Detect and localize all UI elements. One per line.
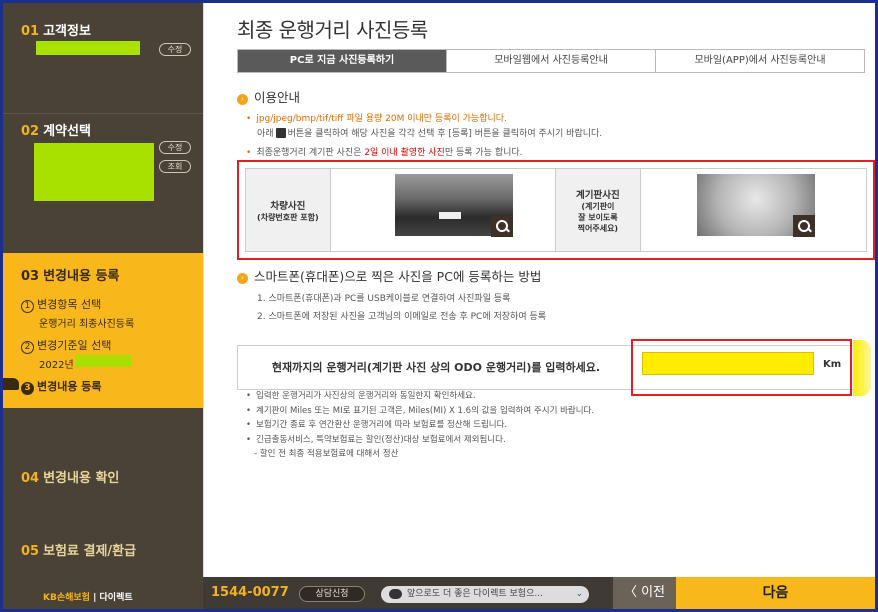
odometer-unit: Km <box>823 359 842 370</box>
substep-label: 변경기준일 선택 <box>37 339 112 352</box>
edit-contract-button[interactable]: 수정 <box>159 141 191 154</box>
note-item: • 보험기간 종료 후 연간환산 운행거리에 따라 보험료를 정산해 드립니다. <box>246 420 508 430</box>
edit-customer-button[interactable]: 수정 <box>159 43 191 56</box>
car-photo-search-icon[interactable] <box>490 215 513 237</box>
upload-method-tabs: PC로 지금 사진등록하기 모바일웹에서 사진등록안내 모바일(APP)에서 사… <box>237 49 865 73</box>
step-label: 변경내용 등록 <box>43 269 120 284</box>
phone-step-1: 1. 스마트폰(휴대폰)과 PC를 USB케이블로 연결하여 사진파일 등록 <box>257 294 511 304</box>
odometer-label: 현재까지의 운행거리(계기판 사진 상의 ODO 운행거리)를 입력하세요. <box>271 361 601 374</box>
usage-line-1: • jpg/jpeg/bmp/tif/tiff 파일 용량 20M 이내만 등록이… <box>246 114 507 124</box>
view-contract-button[interactable]: 조회 <box>159 160 191 173</box>
step-number: 01 <box>21 24 40 39</box>
note-item: • 계기판이 Miles 또는 MI로 표기된 고객은, Miles(MI) X … <box>246 405 595 416</box>
substep-number: 3 <box>21 382 34 395</box>
note-item: • 긴급출동서비스, 특약보험료는 할인(정산)대상 보험료에서 제외됩니다. <box>246 434 506 445</box>
sidebar-step-3: 03 변경내용 등록 1 변경항목 선택 운행거리 최종사진등록 2 변경기준일 선택… <box>3 253 203 408</box>
bullet-icon: › <box>237 94 248 105</box>
main-content: 최종 운행거리 사진등록 PC로 지금 사진등록하기 모바일웹에서 사진등록안내… <box>203 3 875 577</box>
sidebar: 01 고객정보 수정 02 계약선택 수정 조회 03 변경내용 등록 1 변경항목 선… <box>3 3 203 609</box>
bottom-bar: 1544-0077 상담신청 앞으로도 더 좋은 다이렉트 보험으... ⌄ 〈… <box>203 577 875 609</box>
sidebar-step-4: 04 변경내용 확인 <box>3 463 203 493</box>
prev-button[interactable]: 〈 이전 <box>613 577 676 609</box>
notes-list: • 입력한 운행거리가 사진상의 운행거리와 동일한지 확인하세요. • 계기판이 … <box>246 389 594 462</box>
substep-number: 1 <box>21 300 34 313</box>
sidebar-step-2[interactable]: 02 계약선택 수정 조회 <box>3 113 203 253</box>
step-label: 고객정보 <box>43 24 91 39</box>
app-window: 01 고객정보 수정 02 계약선택 수정 조회 03 변경내용 등록 1 변경항목 선… <box>3 3 875 609</box>
substep-2[interactable]: 2 변경기준일 선택 <box>21 337 111 354</box>
substep-note: 운행거리 최종사진등록 <box>39 319 135 330</box>
dashboard-photo-cell <box>641 169 866 251</box>
substep-label: 변경항목 선택 <box>37 298 102 311</box>
step-label: 보험료 결제/환급 <box>43 544 137 559</box>
photo-upload-table: 차량사진 (차량번호판 포함) 계기판사진 (계기판이 잘 보이도록 찍어주세요… <box>245 168 867 252</box>
tab-mobile-app[interactable]: 모바일(APP)에서 사진등록안내 <box>656 50 864 72</box>
phone-step-2: 2. 스마트폰에 저장된 사진을 고객님의 이메일로 전송 후 PC에 저장하여… <box>257 312 547 322</box>
step-number: 04 <box>21 471 40 486</box>
chat-banner[interactable]: 앞으로도 더 좋은 다이렉트 보험으... ⌄ <box>381 586 589 603</box>
substep-label: 변경내용 등록 <box>37 380 102 393</box>
masked-customer-name <box>36 41 140 55</box>
next-button[interactable]: 다음 <box>676 577 875 609</box>
phone-number: 1544-0077 <box>211 585 289 600</box>
step-number: 03 <box>21 269 40 284</box>
odometer-input[interactable] <box>642 352 814 375</box>
usage-heading: › 이용안내 <box>237 87 300 106</box>
tab-pc-upload[interactable]: PC로 지금 사진등록하기 <box>238 50 447 72</box>
tab-mobile-web[interactable]: 모바일웹에서 사진등록안내 <box>447 50 656 72</box>
photo-upload-highlight: 차량사진 (차량번호판 포함) 계기판사진 (계기판이 잘 보이도록 찍어주세요… <box>237 160 875 260</box>
substep-number: 2 <box>21 341 34 354</box>
brand-logo: KB손해보험 | 다이렉트 <box>43 593 133 603</box>
dashboard-photo-label: 계기판사진 (계기판이 잘 보이도록 찍어주세요) <box>556 169 641 251</box>
sidebar-step-5: 05 보험료 결제/환급 <box>3 536 203 566</box>
masked-contract-info <box>34 143 154 201</box>
chevron-down-icon: ⌄ <box>575 589 583 599</box>
substep-1[interactable]: 1 변경항목 선택 <box>21 296 101 313</box>
substep-note: 2022년 <box>39 360 74 371</box>
step-label: 계약선택 <box>43 124 91 139</box>
consult-request-button[interactable]: 상담신청 <box>299 586 365 602</box>
sidebar-step-1[interactable]: 01 고객정보 수정 <box>3 3 203 113</box>
car-photo-cell <box>331 169 556 251</box>
bullet-icon: › <box>237 273 248 284</box>
chat-bubble-icon <box>389 589 402 599</box>
car-photo-label: 차량사진 (차량번호판 포함) <box>246 169 331 251</box>
step-number: 02 <box>21 124 40 139</box>
note-item: - 할인 전 최종 적용보험료에 대해서 정산 <box>254 449 399 459</box>
usage-line-2: 아래 버튼을 클릭하여 해당 사진을 각각 선택 후 [등록] 버튼을 클릭하여 … <box>257 128 603 139</box>
step-label: 변경내용 확인 <box>43 471 120 486</box>
dashboard-photo-search-icon[interactable] <box>792 215 815 237</box>
usage-line-3: • 최종운행거리 계기판 사진은 2일 이내 촬영한 사진만 등록 가능 합니다. <box>246 148 523 158</box>
masked-date <box>75 355 131 367</box>
step-number: 05 <box>21 544 40 559</box>
phone-upload-heading: › 스마트폰(휴대폰)으로 찍은 사진을 PC에 등록하는 방법 <box>237 266 541 285</box>
page-title: 최종 운행거리 사진등록 <box>237 18 428 42</box>
note-item: • 입력한 운행거리가 사진상의 운행거리와 동일한지 확인하세요. <box>246 391 476 401</box>
substep-3: 3 변경내용 등록 <box>21 378 102 395</box>
highlight-marker <box>853 340 871 396</box>
car-progress-icon <box>3 378 19 390</box>
search-icon <box>275 128 286 138</box>
